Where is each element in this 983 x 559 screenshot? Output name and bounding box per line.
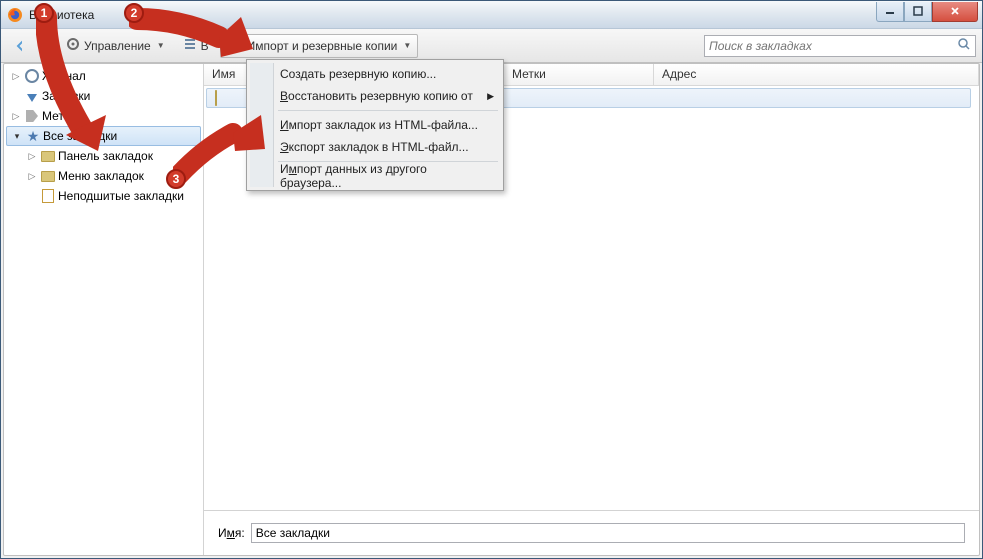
close-button[interactable]	[932, 2, 978, 22]
details-form: Имя:	[204, 511, 979, 555]
annotation-arrow-2	[129, 7, 259, 57]
menu-restore-backup[interactable]: Восстановить резервную копию от▶	[250, 85, 500, 107]
folder-icon	[215, 91, 217, 105]
menu-separator	[278, 110, 498, 111]
menu-import-html[interactable]: Импорт закладок из HTML-файла...	[250, 114, 500, 136]
submenu-arrow-icon: ▶	[487, 91, 494, 102]
expand-icon[interactable]: ▷	[10, 71, 22, 82]
folder-icon	[40, 168, 56, 184]
library-window: Библиотека Управление▼ В Импорт и резерв…	[0, 0, 983, 559]
annotation-badge-2: 2	[124, 3, 144, 23]
page-icon	[40, 188, 56, 204]
sidebar-item-label: Неподшитые закладки	[58, 189, 184, 203]
back-button[interactable]	[7, 35, 29, 57]
sidebar-item-unsorted-bookmarks[interactable]: Неподшитые закладки	[4, 186, 203, 206]
import-backup-menu: Создать резервную копию... Восстановить …	[246, 59, 504, 191]
window-controls	[876, 2, 978, 22]
name-input[interactable]	[251, 523, 965, 543]
name-label: Имя:	[218, 526, 245, 540]
menu-import-browser[interactable]: Импорт данных из другого браузера...	[250, 165, 500, 187]
sidebar-item-label: Меню закладок	[58, 169, 144, 183]
column-tags[interactable]: Метки	[504, 64, 654, 85]
annotation-badge-3: 3	[166, 169, 186, 189]
expand-icon[interactable]: ▷	[10, 111, 22, 122]
column-address[interactable]: Адрес	[654, 64, 979, 85]
search-input[interactable]	[709, 39, 957, 53]
minimize-button[interactable]	[876, 2, 904, 22]
search-box[interactable]	[704, 35, 976, 57]
annotation-badge-1: 1	[34, 3, 54, 23]
expand-icon[interactable]: ▷	[26, 171, 38, 182]
annotation-arrow-1	[36, 7, 116, 157]
menu-export-html[interactable]: Экспорт закладок в HTML-файл...	[250, 136, 500, 158]
menu-create-backup[interactable]: Создать резервную копию...	[250, 63, 500, 85]
import-backup-label: Импорт и резервные копии	[247, 39, 398, 53]
maximize-button[interactable]	[904, 2, 932, 22]
collapse-icon[interactable]: ▾	[11, 131, 23, 142]
firefox-icon	[7, 7, 23, 23]
search-icon	[957, 37, 971, 54]
annotation-arrow-3	[173, 109, 273, 189]
